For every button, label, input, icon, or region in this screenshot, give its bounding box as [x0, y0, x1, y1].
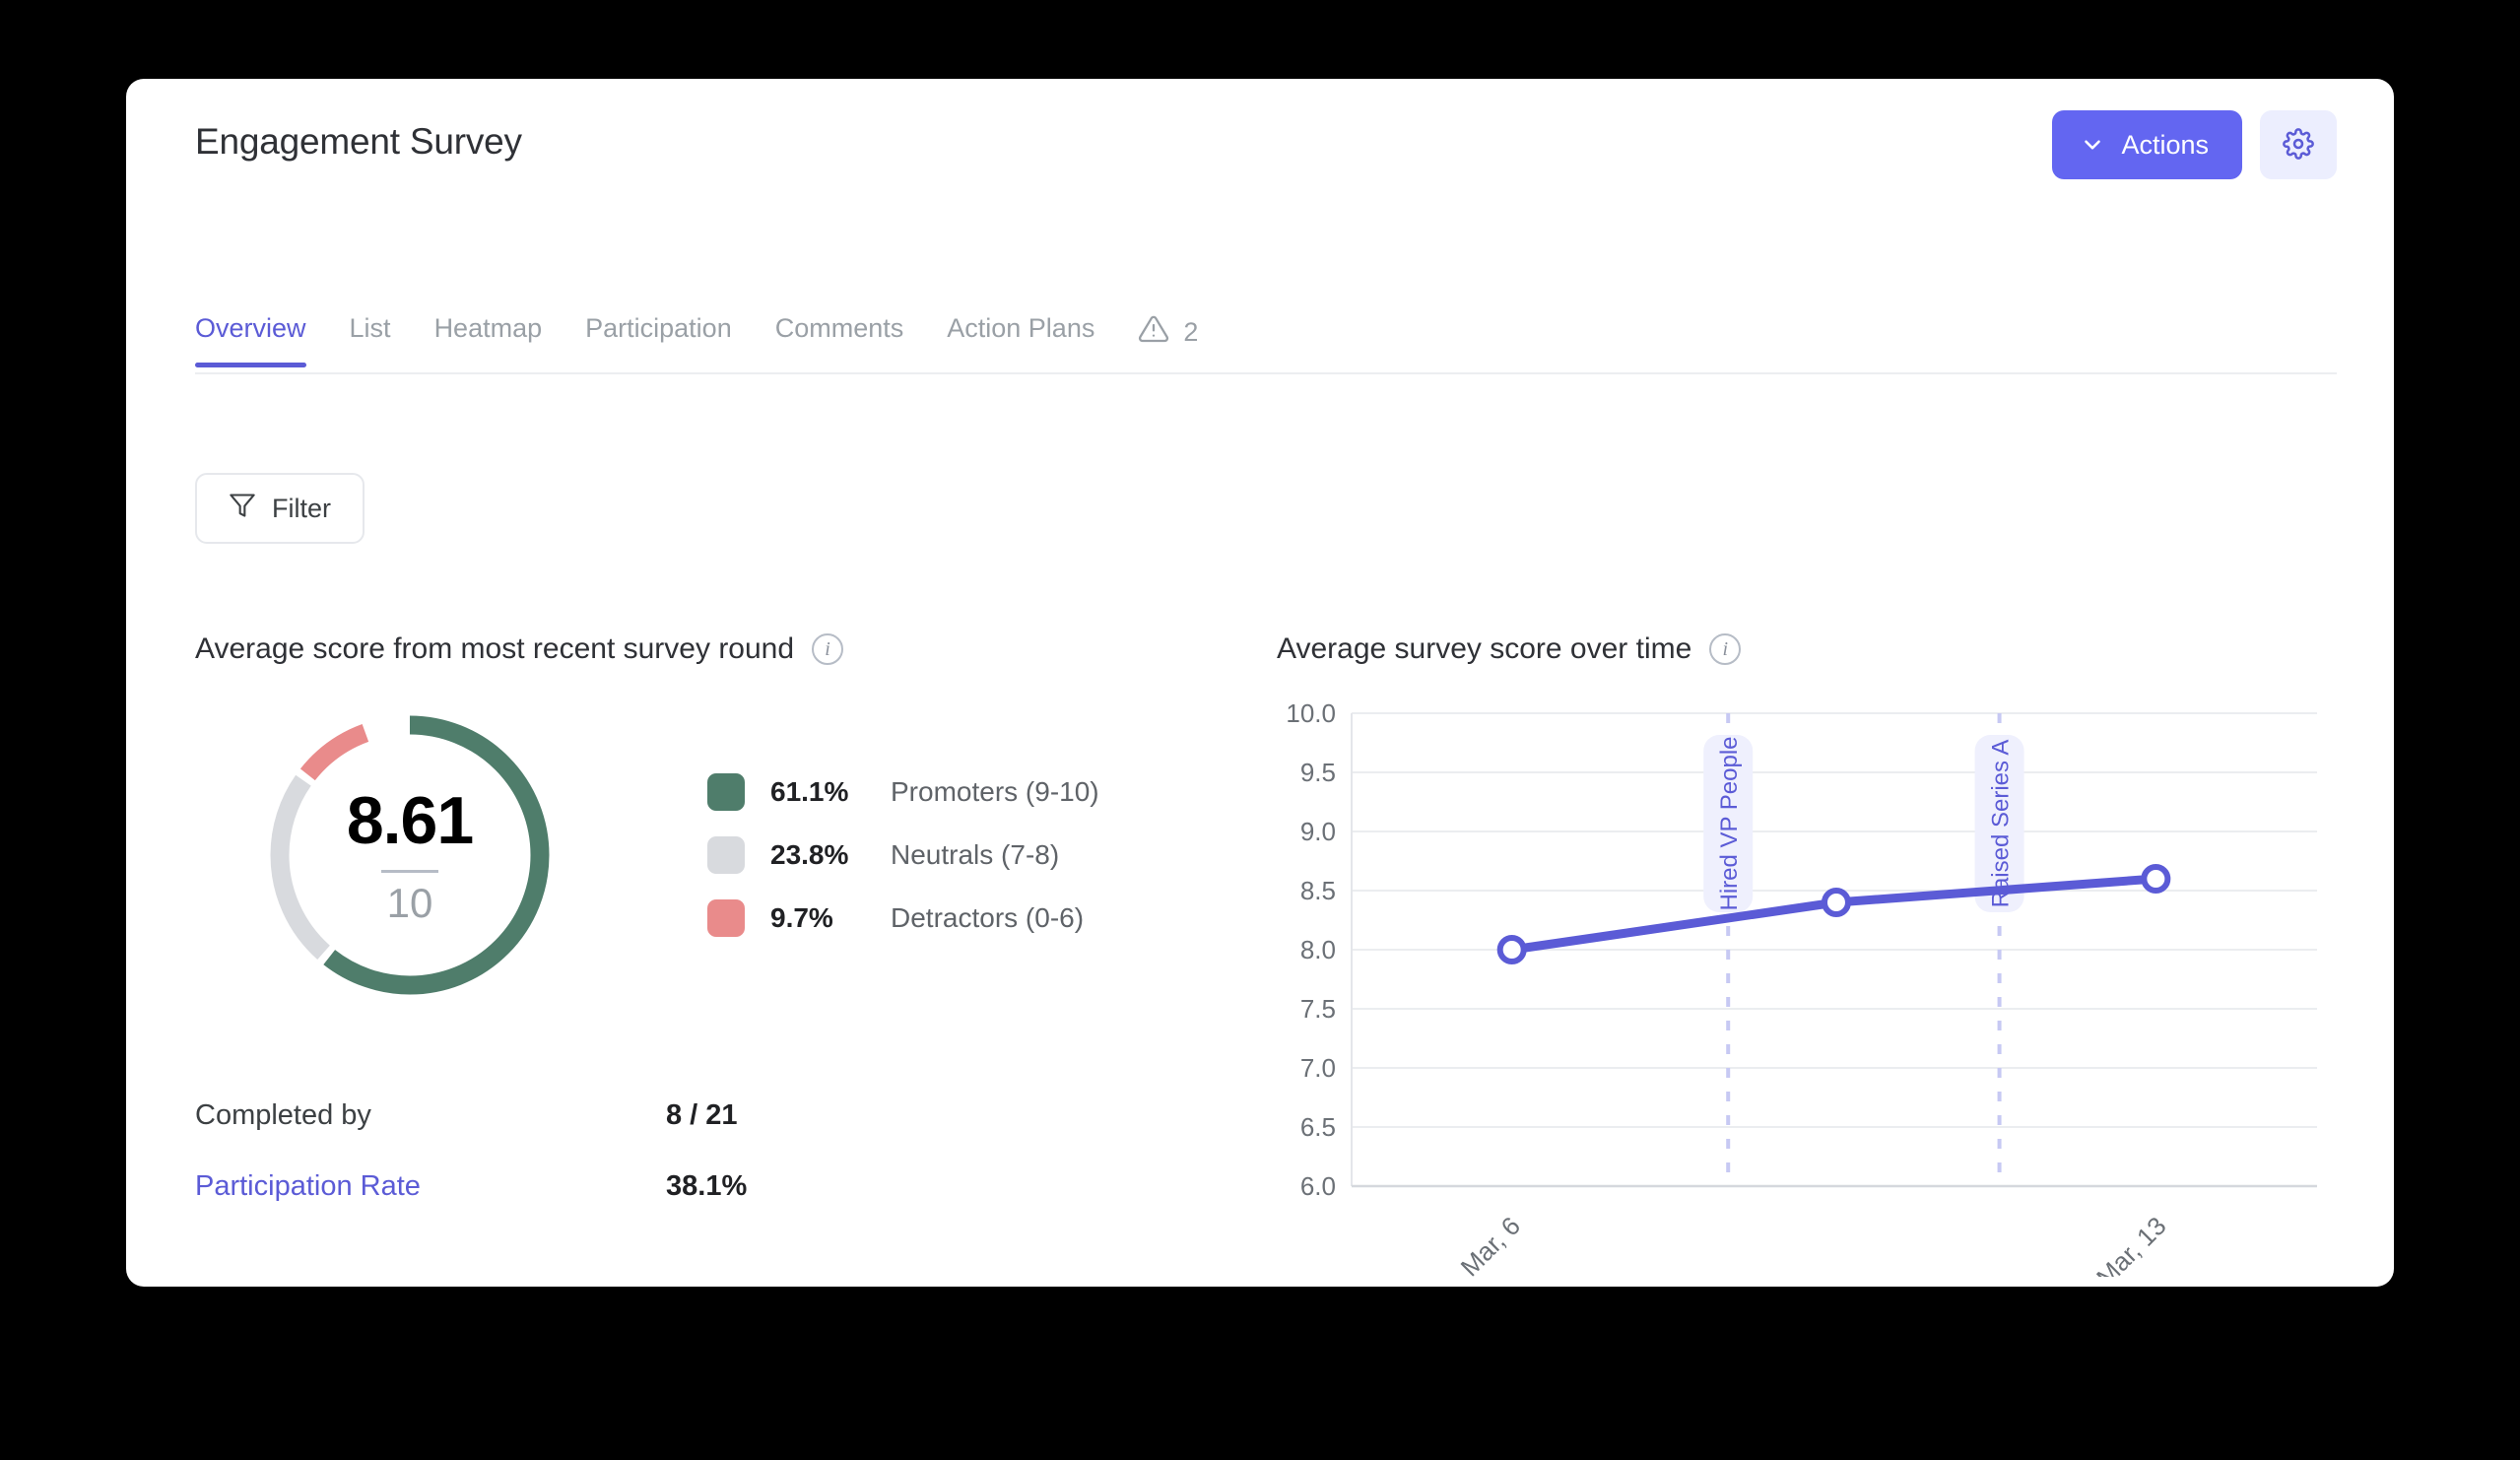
tab-list[interactable]: List [328, 313, 413, 365]
donut-divider [381, 869, 438, 873]
y-tick-label: 9.5 [1300, 758, 1336, 787]
annotation-label: Raised Series A [1988, 740, 2015, 908]
chart-gridlines [1352, 712, 2317, 1187]
score-stats: Completed by 8 / 21 Participation Rate 3… [195, 1080, 1239, 1222]
tab-heatmap[interactable]: Heatmap [413, 313, 564, 365]
legend-swatch [707, 773, 745, 811]
legend-label: Neutrals (7-8) [891, 839, 1060, 870]
legend-item-neutrals: 23.8% Neutrals (7-8) [707, 836, 1099, 874]
legend-percent: 61.1% [770, 776, 849, 807]
score-panel-header: Average score from most recent survey ro… [195, 632, 1239, 666]
trend-panel: Average survey score over time i 10.0 9.5… [1277, 632, 2341, 1277]
funnel-icon [229, 492, 256, 526]
donut-score-value: 8.61 [346, 782, 474, 858]
x-tick-label: Mar, 6 [1455, 1211, 1526, 1277]
chart-x-axis-labels: Mar, 6 Mar, 13 [1455, 1211, 2172, 1277]
tab-label: Heatmap [433, 313, 543, 343]
tab-label: Comments [774, 313, 904, 343]
tab-overview[interactable]: Overview [195, 313, 328, 367]
legend-percent: 23.8% [770, 839, 849, 870]
header-actions: Actions [2052, 110, 2337, 179]
chart-series [1496, 864, 2171, 964]
trend-panel-header: Average survey score over time i [1277, 632, 2341, 666]
legend-label: Promoters (9-10) [891, 776, 1099, 807]
tab-label: Participation [585, 313, 732, 343]
tab-bar: Overview List Heatmap Participation Comm… [195, 313, 2337, 374]
alert-indicator[interactable]: 2 [1116, 313, 1220, 373]
tab-action-plans[interactable]: Action Plans [925, 313, 1116, 365]
app-card: Engagement Survey Actions Overview List … [126, 79, 2394, 1287]
score-panel: Average score from most recent survey ro… [195, 632, 1239, 1222]
legend-swatch [707, 836, 745, 874]
y-tick-label: 8.0 [1300, 935, 1336, 964]
y-tick-label: 8.5 [1300, 876, 1336, 905]
legend-percent: 9.7% [770, 902, 833, 933]
stat-value: 8 / 21 [666, 1098, 738, 1131]
settings-button[interactable] [2260, 110, 2337, 179]
stat-row-completed-by: Completed by 8 / 21 [195, 1080, 1239, 1151]
y-tick-label: 10.0 [1286, 698, 1336, 728]
legend-label: Detractors (0-6) [891, 902, 1085, 933]
y-tick-label: 7.0 [1300, 1053, 1336, 1083]
filter-button-label: Filter [272, 493, 331, 523]
actions-button-label: Actions [2121, 129, 2209, 160]
stat-value: 38.1% [666, 1169, 748, 1202]
stat-row-participation-rate: Participation Rate 38.1% [195, 1151, 1239, 1222]
donut-center: 8.61 10 [262, 707, 558, 1003]
gear-icon [2283, 127, 2314, 163]
y-tick-label: 6.5 [1300, 1112, 1336, 1142]
score-donut-chart: 8.61 10 [262, 707, 558, 1003]
score-row: 8.61 10 61.1% Promoters (9-10) 23.8% Neu… [195, 707, 1239, 1003]
tab-comments[interactable]: Comments [754, 313, 926, 365]
screen-root: Engagement Survey Actions Overview List … [0, 0, 2520, 1460]
score-legend: 61.1% Promoters (9-10) 23.8% Neutrals (7… [707, 773, 1099, 937]
y-tick-label: 7.5 [1300, 994, 1336, 1024]
data-point [1496, 935, 1527, 964]
legend-item-detractors: 9.7% Detractors (0-6) [707, 899, 1099, 937]
score-panel-title: Average score from most recent survey ro… [195, 632, 795, 665]
annotation-label: Hired VP People [1716, 737, 1743, 911]
tab-participation[interactable]: Participation [564, 313, 754, 365]
chevron-down-icon [2080, 132, 2105, 158]
trend-chart-svg: 10.0 9.5 9.0 8.5 8.0 7.5 7.0 6.5 6.0 Hired VP Pe… [1286, 698, 2317, 1277]
tab-label: Overview [195, 313, 306, 343]
x-tick-label: Mar, 13 [2090, 1211, 2172, 1277]
tab-label: List [349, 313, 391, 343]
y-tick-label: 9.0 [1300, 817, 1336, 846]
actions-button[interactable]: Actions [2052, 110, 2242, 179]
tab-label: Action Plans [947, 313, 1095, 343]
page-title: Engagement Survey [195, 121, 522, 162]
info-icon[interactable]: i [812, 633, 844, 665]
trend-panel-title: Average survey score over time [1277, 632, 1692, 665]
data-point [1821, 888, 1851, 917]
legend-item-promoters: 61.1% Promoters (9-10) [707, 773, 1099, 811]
donut-max-value: 10 [386, 879, 433, 926]
alert-count: 2 [1183, 317, 1199, 347]
score-over-time-chart: 10.0 9.5 9.0 8.5 8.0 7.5 7.0 6.5 6.0 Hired VP Pe… [1277, 686, 2341, 1277]
data-point [2141, 864, 2171, 894]
warning-triangle-icon [1138, 313, 1169, 352]
participation-rate-link[interactable]: Participation Rate [195, 1170, 666, 1203]
header: Engagement Survey Actions [126, 79, 2394, 227]
chart-y-axis-labels: 10.0 9.5 9.0 8.5 8.0 7.5 7.0 6.5 6.0 [1286, 698, 1336, 1201]
stat-label: Completed by [195, 1098, 371, 1131]
y-tick-label: 6.0 [1300, 1171, 1336, 1201]
filter-button[interactable]: Filter [195, 473, 365, 544]
legend-swatch [707, 899, 745, 937]
info-icon[interactable]: i [1709, 633, 1742, 665]
